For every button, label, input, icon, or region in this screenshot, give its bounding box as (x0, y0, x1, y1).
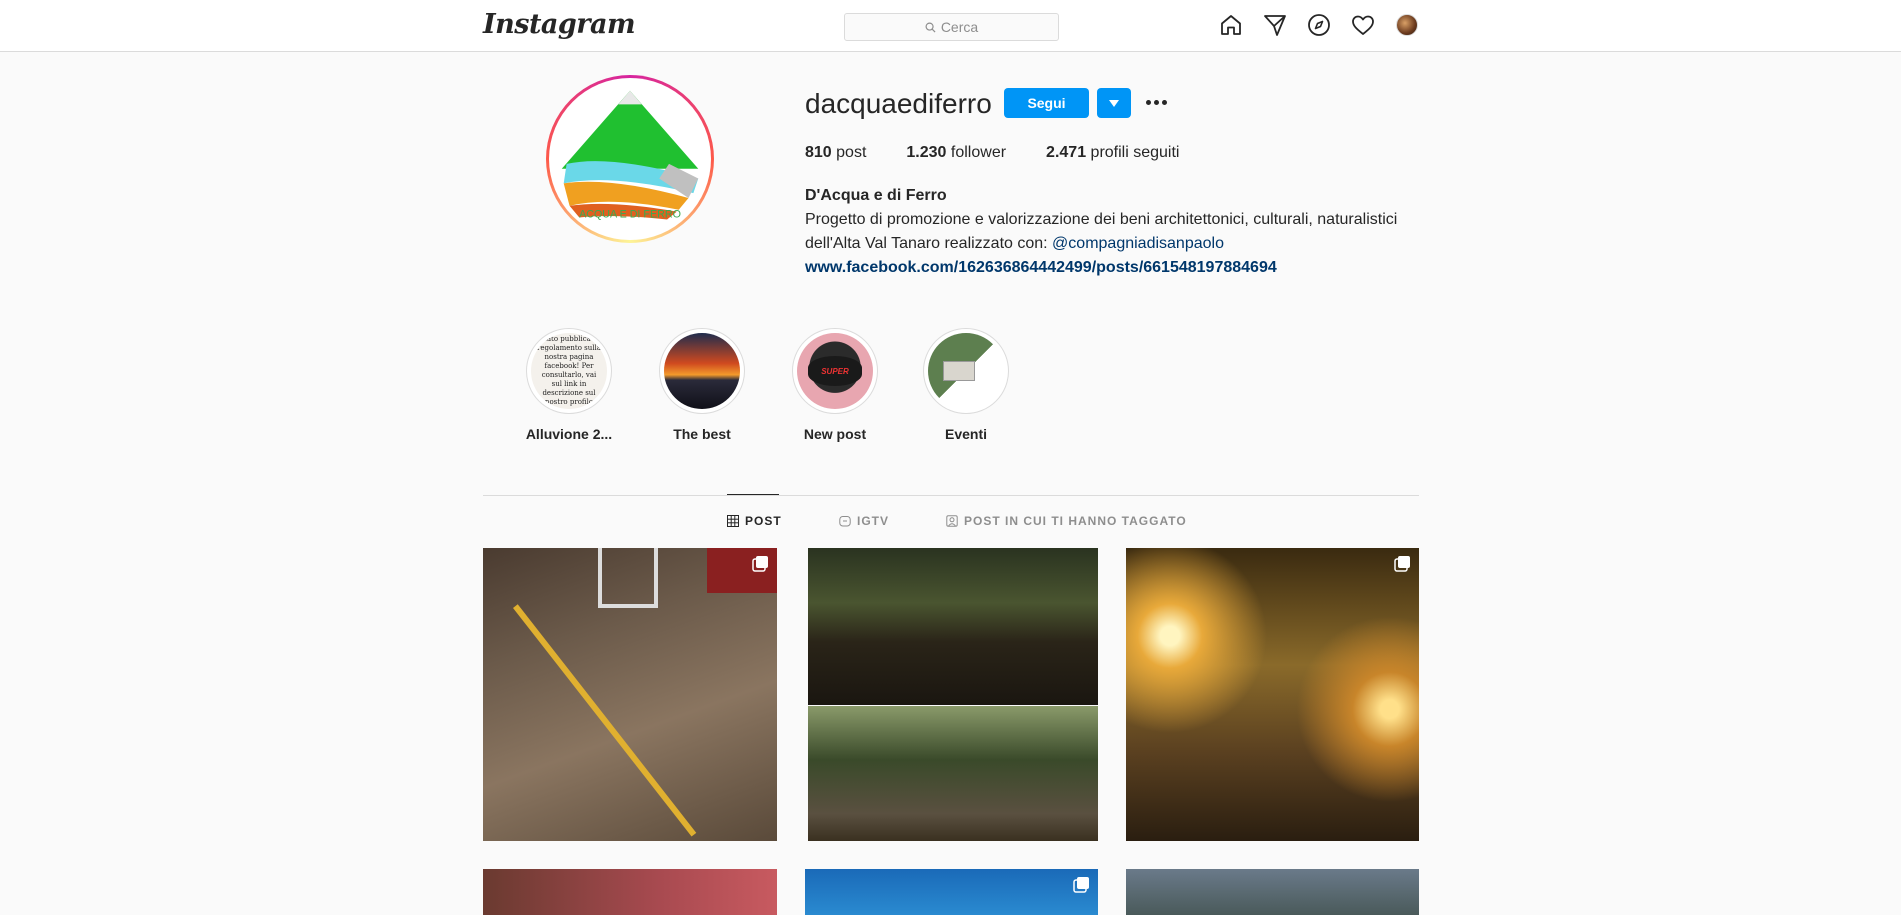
nav-icons (1218, 12, 1419, 37)
post-thumbnail[interactable] (805, 869, 1098, 915)
followers-count-label: follower (950, 144, 1007, 161)
direct-icon[interactable] (1262, 12, 1287, 37)
highlight-cover: stato pubblica il regolamento sulla nost… (531, 333, 607, 409)
tab-igtv[interactable]: IGTV (839, 514, 889, 528)
profile-logo-image: ACQUA E DI FERRO (552, 81, 708, 237)
highlight-label: Eventi (944, 426, 987, 442)
tab-tagged-label: POST IN CUI TI HANNO TAGGATO (964, 514, 1187, 528)
more-options-button[interactable] (1144, 89, 1168, 115)
highlight-cover-ring: SUPER (792, 328, 878, 414)
instagram-logo[interactable]: Instagram (483, 9, 636, 40)
bio-line: dell'Alta Val Tanaro realizzato con: @co… (805, 232, 1415, 256)
post-thumbnail[interactable] (483, 869, 777, 915)
triangle-down-icon (1109, 99, 1119, 107)
followers-count[interactable]: 1.230 follower (906, 144, 1006, 162)
profile-picture[interactable]: ACQUA E DI FERRO (546, 75, 714, 243)
profile-username: dacquaediferro (805, 88, 992, 119)
profile-bio: D'Acqua e di Ferro Progetto di promozion… (805, 184, 1415, 280)
highlight-item[interactable]: The best (652, 328, 752, 442)
dot-icon (1161, 99, 1167, 105)
highlight-label: The best (673, 426, 731, 442)
highlight-cover-ring: stato pubblica il regolamento sulla nost… (526, 328, 612, 414)
tagged-icon (946, 515, 958, 527)
search-input[interactable]: Cerca (844, 13, 1059, 41)
posts-count-value: 810 (805, 144, 832, 161)
post-image-detail (513, 604, 697, 837)
posts-count: 810 post (805, 144, 866, 162)
post-thumbnail[interactable] (808, 548, 1098, 841)
following-count[interactable]: 2.471 profili seguiti (1046, 144, 1179, 162)
multiple-images-icon (1394, 556, 1410, 572)
following-count-value: 2.471 (1046, 144, 1087, 161)
profile-logo-text: ACQUA E DI FERRO (579, 209, 681, 221)
avatar-image (1395, 13, 1418, 36)
tabs-divider (483, 495, 1419, 496)
highlight-cover-ring (659, 328, 745, 414)
top-nav-bar: Instagram Cerca (0, 0, 1901, 52)
highlight-label: Alluvione 2... (525, 426, 613, 442)
home-icon[interactable] (1218, 12, 1243, 37)
highlight-label: New post (803, 426, 867, 442)
tab-tagged[interactable]: POST IN CUI TI HANNO TAGGATO (946, 514, 1187, 528)
multiple-images-icon (1073, 877, 1089, 893)
followers-count-value: 1.230 (906, 144, 947, 161)
highlight-cover-ring (923, 328, 1009, 414)
post-thumbnail[interactable] (1126, 548, 1419, 841)
post-image-top (808, 548, 1098, 705)
igtv-icon (839, 516, 851, 527)
profile-avatar[interactable] (1394, 12, 1419, 37)
highlight-item[interactable]: Eventi (916, 328, 1016, 442)
bio-external-link[interactable]: www.facebook.com/162636864442499/posts/6… (805, 256, 1415, 280)
post-image-bottom (808, 706, 1098, 841)
highlight-cover (664, 333, 740, 409)
active-tab-indicator (727, 494, 779, 495)
follow-button[interactable]: Segui (1004, 88, 1089, 118)
highlight-item[interactable]: stato pubblica il regolamento sulla nost… (519, 328, 619, 442)
grid-icon (727, 515, 739, 527)
search-placeholder: Cerca (940, 19, 979, 35)
highlight-cover (928, 333, 1004, 409)
profile-stats: 810 post 1.230 follower 2.471 profili se… (805, 144, 1219, 162)
multiple-images-icon (752, 556, 768, 572)
bio-mention-link[interactable]: @compagniadisanpaolo (1052, 235, 1224, 252)
posts-count-label: post (836, 144, 867, 161)
dot-icon (1145, 99, 1151, 105)
highlight-cover-badge: SUPER (808, 356, 862, 386)
tab-igtv-label: IGTV (857, 514, 890, 528)
bio-line-text: dell'Alta Val Tanaro realizzato con: (805, 235, 1053, 252)
tab-posts[interactable]: POST (727, 514, 782, 528)
explore-icon[interactable] (1306, 12, 1331, 37)
tab-posts-label: POST (745, 514, 782, 528)
highlight-item[interactable]: SUPER New post (785, 328, 885, 442)
search-icon (925, 22, 936, 33)
bio-line: Progetto di promozione e valorizzazione … (805, 211, 1398, 228)
dot-icon (1153, 99, 1159, 105)
profile-full-name: D'Acqua e di Ferro (805, 187, 947, 204)
suggested-accounts-button[interactable] (1097, 88, 1131, 118)
activity-heart-icon[interactable] (1350, 12, 1375, 37)
profile-picture-border: ACQUA E DI FERRO (549, 78, 711, 240)
post-thumbnail[interactable] (1126, 869, 1419, 915)
following-count-label: profili seguiti (1090, 144, 1180, 161)
post-image-detail (598, 548, 658, 608)
post-thumbnail[interactable] (483, 548, 777, 841)
highlight-cover: SUPER (797, 333, 873, 409)
